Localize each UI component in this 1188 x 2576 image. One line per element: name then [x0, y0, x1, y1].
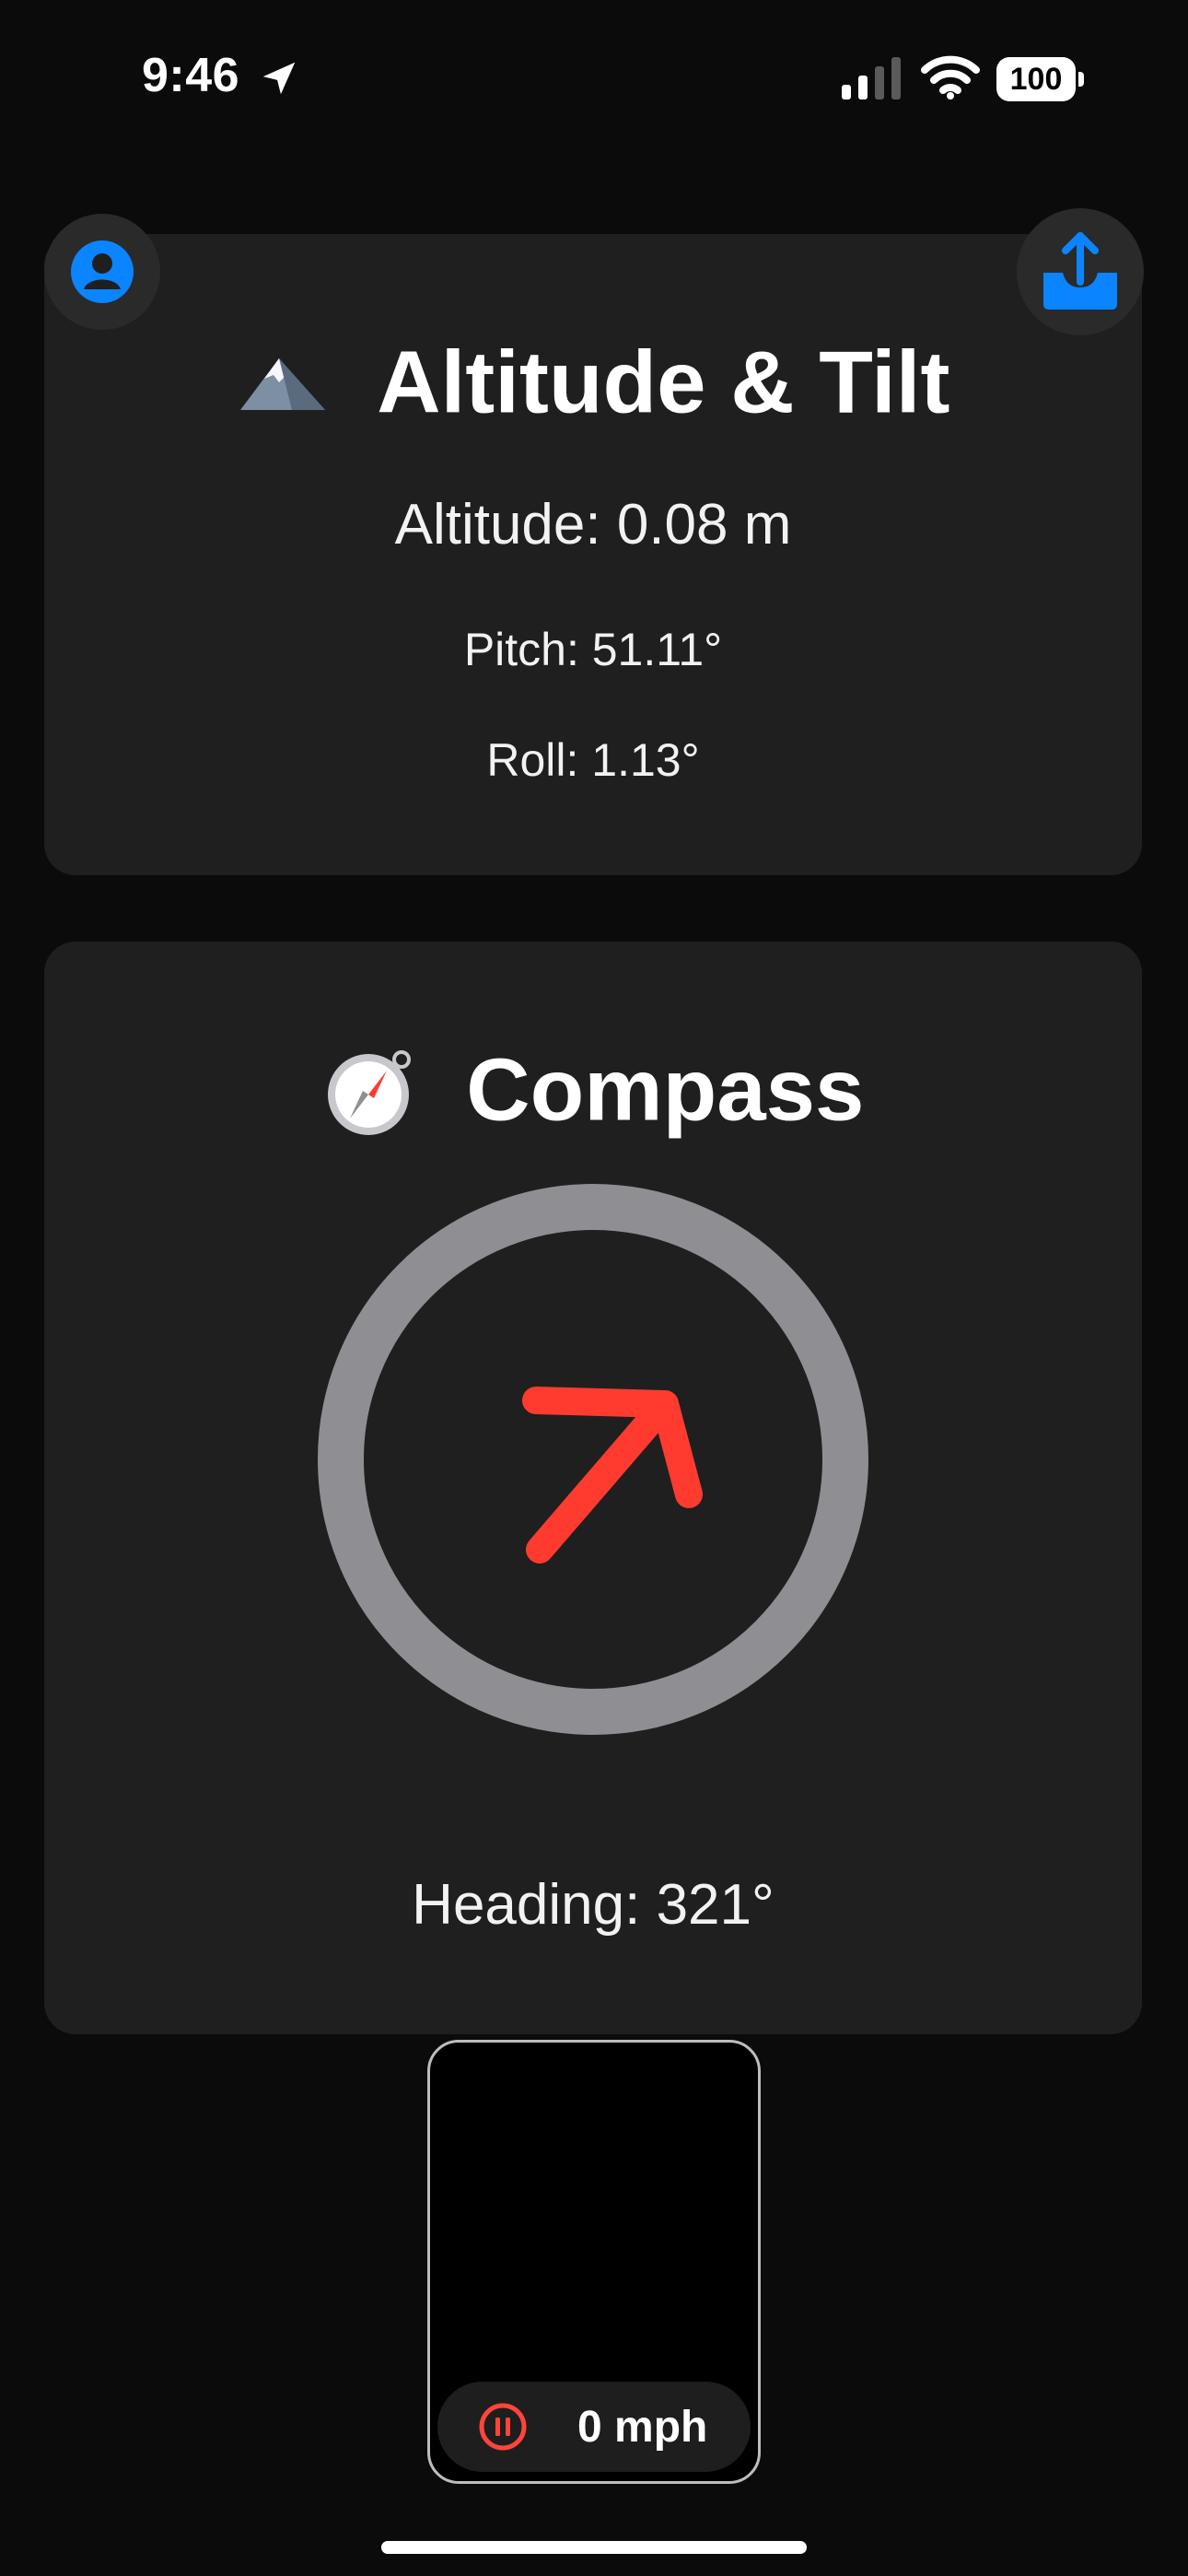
status-bar: 9:46 100 — [0, 0, 1188, 157]
compass-card: Compass Heading: 321° — [44, 942, 1142, 2034]
speed-pill[interactable]: 0 mph — [437, 2382, 751, 2472]
heading-value: Heading: 321° — [412, 1873, 775, 1937]
profile-button[interactable] — [44, 214, 160, 330]
roll-value: Roll: 1.13° — [486, 734, 700, 786]
compass-card-title: Compass — [44, 1034, 1142, 1142]
altitude-value: Altitude: 0.08 m — [394, 493, 792, 556]
wifi-icon — [921, 55, 980, 100]
signal-bars-icon — [842, 57, 901, 100]
altitude-card-title: Altitude & Tilt — [44, 326, 1142, 434]
pause-circle-icon[interactable] — [478, 2402, 528, 2452]
pitch-value: Pitch: 51.11° — [463, 624, 723, 675]
home-indicator[interactable] — [381, 2541, 807, 2554]
battery-tip — [1078, 72, 1084, 87]
mountain-emoji-icon — [239, 357, 325, 410]
battery-icon: 100 — [996, 57, 1085, 101]
tray-share-icon — [1043, 232, 1117, 310]
location-arrow-icon — [262, 62, 296, 95]
status-time: 9:46 — [142, 49, 240, 102]
battery-level: 100 — [996, 57, 1076, 101]
compass-emoji-icon — [327, 1049, 411, 1135]
speed-value: 0 mph — [577, 2403, 708, 2452]
speed-mini-player[interactable]: 0 mph — [427, 2040, 761, 2484]
compass-dial — [318, 1184, 868, 1735]
compass-title-text: Compass — [466, 1040, 865, 1140]
altitude-title-text: Altitude & Tilt — [377, 333, 950, 432]
heading-arrow-icon — [522, 1387, 703, 1563]
share-button[interactable] — [1017, 208, 1144, 335]
person-circle-icon — [71, 240, 134, 303]
compass-ring — [318, 1184, 868, 1735]
altitude-tilt-card: Altitude & Tilt Altitude: 0.08 m Pitch: … — [44, 234, 1142, 875]
